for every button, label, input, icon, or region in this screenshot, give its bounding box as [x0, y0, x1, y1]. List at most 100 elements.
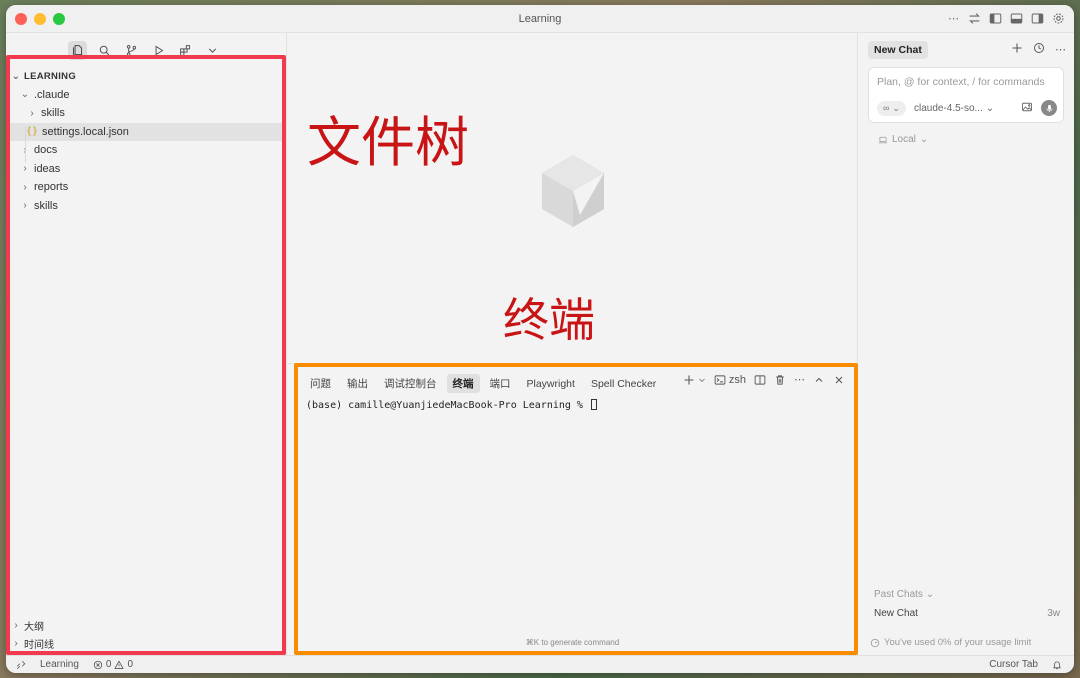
trash-icon[interactable]	[774, 374, 786, 386]
title-bar: Learning ⋯	[6, 5, 1074, 33]
more-icon[interactable]: ⋯	[794, 373, 805, 386]
chevron-down-icon	[699, 378, 705, 382]
infinity-icon: ∞	[883, 103, 890, 113]
notifications-bell-icon[interactable]	[1052, 660, 1062, 670]
chat-input-box[interactable]: Plan, @ for context, / for commands ∞ ⌄ …	[868, 67, 1064, 123]
tab-terminal[interactable]: 终端	[446, 374, 480, 393]
past-chats-header[interactable]: Past Chats ⌄	[874, 589, 934, 600]
chevron-down-icon: ⌄	[925, 589, 935, 600]
microphone-icon[interactable]	[1041, 100, 1057, 116]
swap-icon[interactable]	[967, 11, 982, 26]
past-chat-title: New Chat	[874, 608, 918, 619]
settings-gear-icon[interactable]	[1051, 11, 1066, 26]
chevron-right-icon: ›	[23, 181, 27, 193]
past-chat-age: 3w	[1047, 608, 1060, 619]
tree-item-skills[interactable]: › skills	[6, 197, 286, 216]
tree-item-label: skills	[34, 199, 58, 212]
extensions-icon[interactable]	[176, 41, 195, 60]
status-bar: Learning 0 0 Cursor Tab	[6, 655, 1074, 673]
history-clock-icon[interactable]	[1033, 42, 1045, 57]
new-chat-plus-icon[interactable]	[1011, 42, 1023, 57]
chevron-down-icon: ⌄	[892, 102, 900, 113]
maximize-panel-icon[interactable]	[813, 374, 825, 386]
agent-mode-selector[interactable]: ∞ ⌄	[877, 100, 906, 116]
tree-item-claude-skills[interactable]: › skills	[6, 104, 286, 123]
chevron-down-icon: ⌄	[985, 102, 995, 114]
warning-icon	[114, 659, 125, 669]
timeline-section[interactable]: › 时间线	[6, 635, 286, 654]
workspace-name[interactable]: Learning	[40, 659, 79, 670]
tab-debug-console[interactable]: 调试控制台	[378, 374, 443, 393]
chevron-right-icon: ›	[30, 107, 34, 119]
split-terminal-icon[interactable]	[754, 374, 766, 386]
json-file-icon: {}	[26, 126, 39, 138]
explorer-sidebar: ⌄ LEARNING ⌄ .claude › skills {} setting…	[6, 33, 287, 655]
timeline-section-label: 时间线	[24, 640, 54, 652]
toggle-panel-icon[interactable]	[1009, 11, 1024, 26]
new-terminal-button[interactable]	[683, 374, 706, 386]
tree-item-settings-local-json[interactable]: {} settings.local.json	[6, 122, 286, 141]
more-icon[interactable]: ⋯	[1055, 43, 1066, 56]
chevron-down-icon[interactable]	[203, 41, 222, 60]
remote-icon[interactable]	[16, 660, 26, 670]
terminal-icon	[714, 374, 726, 385]
tree-item-docs[interactable]: › docs	[6, 141, 286, 160]
chat-input-placeholder: Plan, @ for context, / for commands	[877, 76, 1045, 88]
laptop-icon	[878, 136, 888, 143]
outline-section-label: 大纲	[24, 621, 44, 633]
terminal-hint: ⌘K to generate command	[525, 638, 620, 647]
window-title: Learning	[518, 13, 562, 25]
terminal-prompt: (base) camille@YuanjiedeMacBook-Pro Lear…	[306, 400, 589, 411]
cursor-logo-icon	[542, 155, 604, 227]
run-debug-icon[interactable]	[149, 41, 168, 60]
chevron-down-icon: ⌄	[11, 70, 21, 82]
problems-status[interactable]: 0 0	[93, 659, 133, 670]
more-icon[interactable]: ⋯	[946, 11, 961, 26]
plus-icon	[684, 375, 694, 384]
tab-problems[interactable]: 问题	[304, 374, 337, 393]
shell-name: zsh	[728, 373, 746, 386]
tab-spell-checker[interactable]: Spell Checker	[585, 376, 662, 392]
chevron-right-icon: ›	[23, 163, 27, 175]
usage-indicator: You've used 0% of your usage limit	[870, 637, 1031, 648]
usage-text: You've used 0% of your usage limit	[884, 637, 1032, 648]
close-panel-icon[interactable]	[833, 374, 845, 386]
explorer-files-icon[interactable]	[68, 41, 87, 60]
shell-selector[interactable]: zsh	[714, 374, 746, 386]
cursor-tab-status[interactable]: Cursor Tab	[989, 659, 1038, 670]
tab-new-chat[interactable]: New Chat	[868, 41, 928, 59]
past-chat-item[interactable]: New Chat 3w	[874, 608, 1060, 619]
location-label: Local	[892, 134, 916, 145]
tree-item-label: reports	[34, 181, 69, 194]
terminal-output[interactable]: (base) camille@YuanjiedeMacBook-Pro Lear…	[306, 399, 597, 411]
tab-ports[interactable]: 端口	[484, 374, 517, 393]
tree-item-claude[interactable]: ⌄ .claude	[6, 86, 286, 105]
tree-item-reports[interactable]: › reports	[6, 178, 286, 197]
explorer-root[interactable]: ⌄ LEARNING	[6, 67, 286, 86]
chevron-right-icon: ›	[23, 200, 27, 212]
past-chats-label: Past Chats	[874, 589, 923, 600]
chevron-right-icon: ›	[14, 619, 18, 631]
terminal-annotation-label: 终端	[503, 293, 595, 347]
tab-output[interactable]: 输出	[341, 374, 374, 393]
source-control-icon[interactable]	[122, 41, 141, 60]
tree-item-label: skills	[41, 107, 65, 120]
bottom-panel: 问题 输出 调试控制台 终端 端口 Playwright Spell Check…	[288, 363, 857, 655]
chevron-down-icon: ⌄	[20, 89, 30, 101]
tab-playwright[interactable]: Playwright	[521, 376, 581, 392]
file-tree-annotation-label: 文件树	[307, 111, 469, 174]
outline-section[interactable]: › 大纲	[6, 616, 286, 635]
tree-item-label: docs	[34, 144, 58, 157]
indent-guide	[25, 126, 26, 163]
tree-item-ideas[interactable]: › ideas	[6, 160, 286, 179]
model-selector[interactable]: claude-4.5-so... ⌄	[914, 103, 994, 114]
error-count: 0	[105, 659, 112, 670]
image-attach-icon[interactable]	[1021, 101, 1033, 116]
toggle-secondary-sidebar-icon[interactable]	[1030, 11, 1045, 26]
search-icon[interactable]	[95, 41, 114, 60]
toggle-sidebar-icon[interactable]	[988, 11, 1003, 26]
file-tree: ⌄ LEARNING ⌄ .claude › skills {} setting…	[6, 67, 286, 215]
explorer-root-label: LEARNING	[24, 70, 77, 82]
location-selector[interactable]: Local ⌄	[878, 134, 928, 145]
model-name: claude-4.5-so...	[913, 102, 983, 114]
